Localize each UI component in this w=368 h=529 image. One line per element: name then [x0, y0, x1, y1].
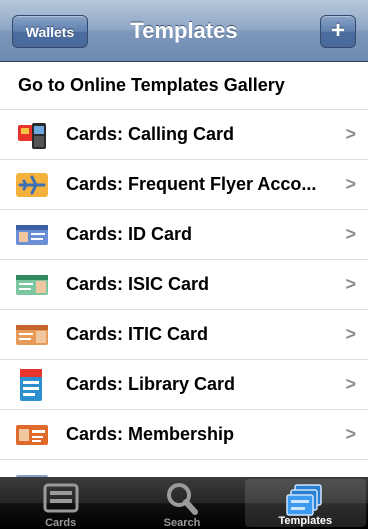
magnifier-icon	[166, 483, 198, 515]
tab-templates[interactable]: Templates	[244, 479, 366, 527]
chevron-right-icon: >	[345, 224, 356, 244]
templates-list: Go to Online Templates Gallery Cards: Ca…	[0, 62, 368, 477]
templates-icon	[286, 484, 323, 516]
chevron-right-icon: >	[345, 374, 356, 394]
template-row-itic-card[interactable]: Cards: ITIC Card >	[0, 310, 368, 360]
online-gallery-row[interactable]: Go to Online Templates Gallery	[0, 62, 368, 110]
template-row-id-card[interactable]: Cards: ID Card >	[0, 210, 368, 260]
chevron-right-icon: >	[345, 174, 356, 194]
template-label: Cards: Frequent Flyer Acco...	[66, 174, 317, 194]
card-icon	[14, 467, 50, 477]
template-row-membership[interactable]: Cards: Membership >	[0, 410, 368, 460]
isic-card-icon	[14, 267, 50, 303]
itic-card-icon	[14, 317, 50, 353]
template-row-library-card[interactable]: Cards: Library Card >	[0, 360, 368, 410]
app-window: Templates Wallets + Go to Online Templat…	[0, 0, 368, 529]
wallets-button[interactable]: Wallets	[12, 15, 88, 48]
id-card-icon	[14, 217, 50, 253]
tab-label: Cards	[45, 517, 77, 529]
template-row-frequent-flyer[interactable]: Cards: Frequent Flyer Acco... >	[0, 160, 368, 210]
tab-label: Search	[163, 517, 201, 529]
airplane-icon	[14, 167, 50, 203]
template-label: Cards: Calling Card	[66, 124, 235, 144]
chevron-right-icon: >	[345, 124, 356, 144]
chevron-right-icon: >	[345, 424, 356, 444]
tab-label: Templates	[278, 515, 333, 527]
template-label: Cards: Library Card	[66, 374, 236, 394]
cards-icon	[43, 483, 79, 513]
chevron-right-icon: >	[345, 274, 356, 294]
template-row-isic-card[interactable]: Cards: ISIC Card >	[0, 260, 368, 310]
template-label: Cards: ID Card	[66, 224, 193, 244]
membership-card-icon	[14, 417, 50, 453]
template-label: Cards: Membership	[66, 424, 235, 444]
template-label: Cards: ISIC Card	[66, 274, 210, 294]
template-label: Cards: ITIC Card	[66, 324, 209, 344]
tab-cards[interactable]: Cards	[0, 477, 121, 529]
tab-bar: Cards Search Templates	[0, 477, 368, 529]
calling-card-icon	[14, 117, 50, 153]
online-gallery-label: Go to Online Templates Gallery	[18, 75, 285, 95]
add-template-button[interactable]: +	[320, 15, 356, 48]
template-row-calling-card[interactable]: Cards: Calling Card >	[0, 110, 368, 160]
chevron-right-icon: >	[345, 324, 356, 344]
template-row-partial[interactable]	[0, 460, 368, 477]
library-card-icon	[14, 367, 50, 403]
navigation-bar: Templates Wallets +	[0, 0, 368, 62]
tab-search[interactable]: Search	[121, 477, 242, 529]
